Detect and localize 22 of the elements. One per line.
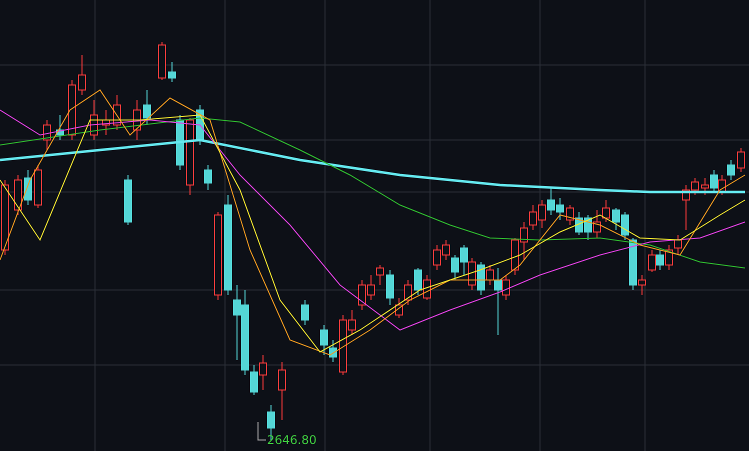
candlestick [168, 62, 176, 82]
leader-line [258, 422, 266, 440]
candlestick [78, 54, 86, 96]
candlestick [90, 100, 98, 140]
candlestick [204, 164, 212, 190]
candlestick [133, 100, 141, 140]
candlestick [24, 170, 32, 206]
candlestick [176, 114, 184, 170]
low-price-label: 2646.80 [267, 433, 317, 447]
candlestick [68, 80, 76, 140]
candlestick [43, 120, 51, 150]
candlestick [278, 362, 286, 420]
candlestick [102, 110, 110, 136]
candlestick [737, 148, 745, 172]
candlestick [113, 94, 121, 130]
candlestick [143, 90, 151, 126]
candlestick [158, 42, 166, 80]
candlestick [301, 300, 309, 326]
candlestick [34, 164, 42, 208]
candlestick [124, 174, 132, 226]
candlestick [14, 174, 22, 216]
candlestick [56, 114, 64, 140]
